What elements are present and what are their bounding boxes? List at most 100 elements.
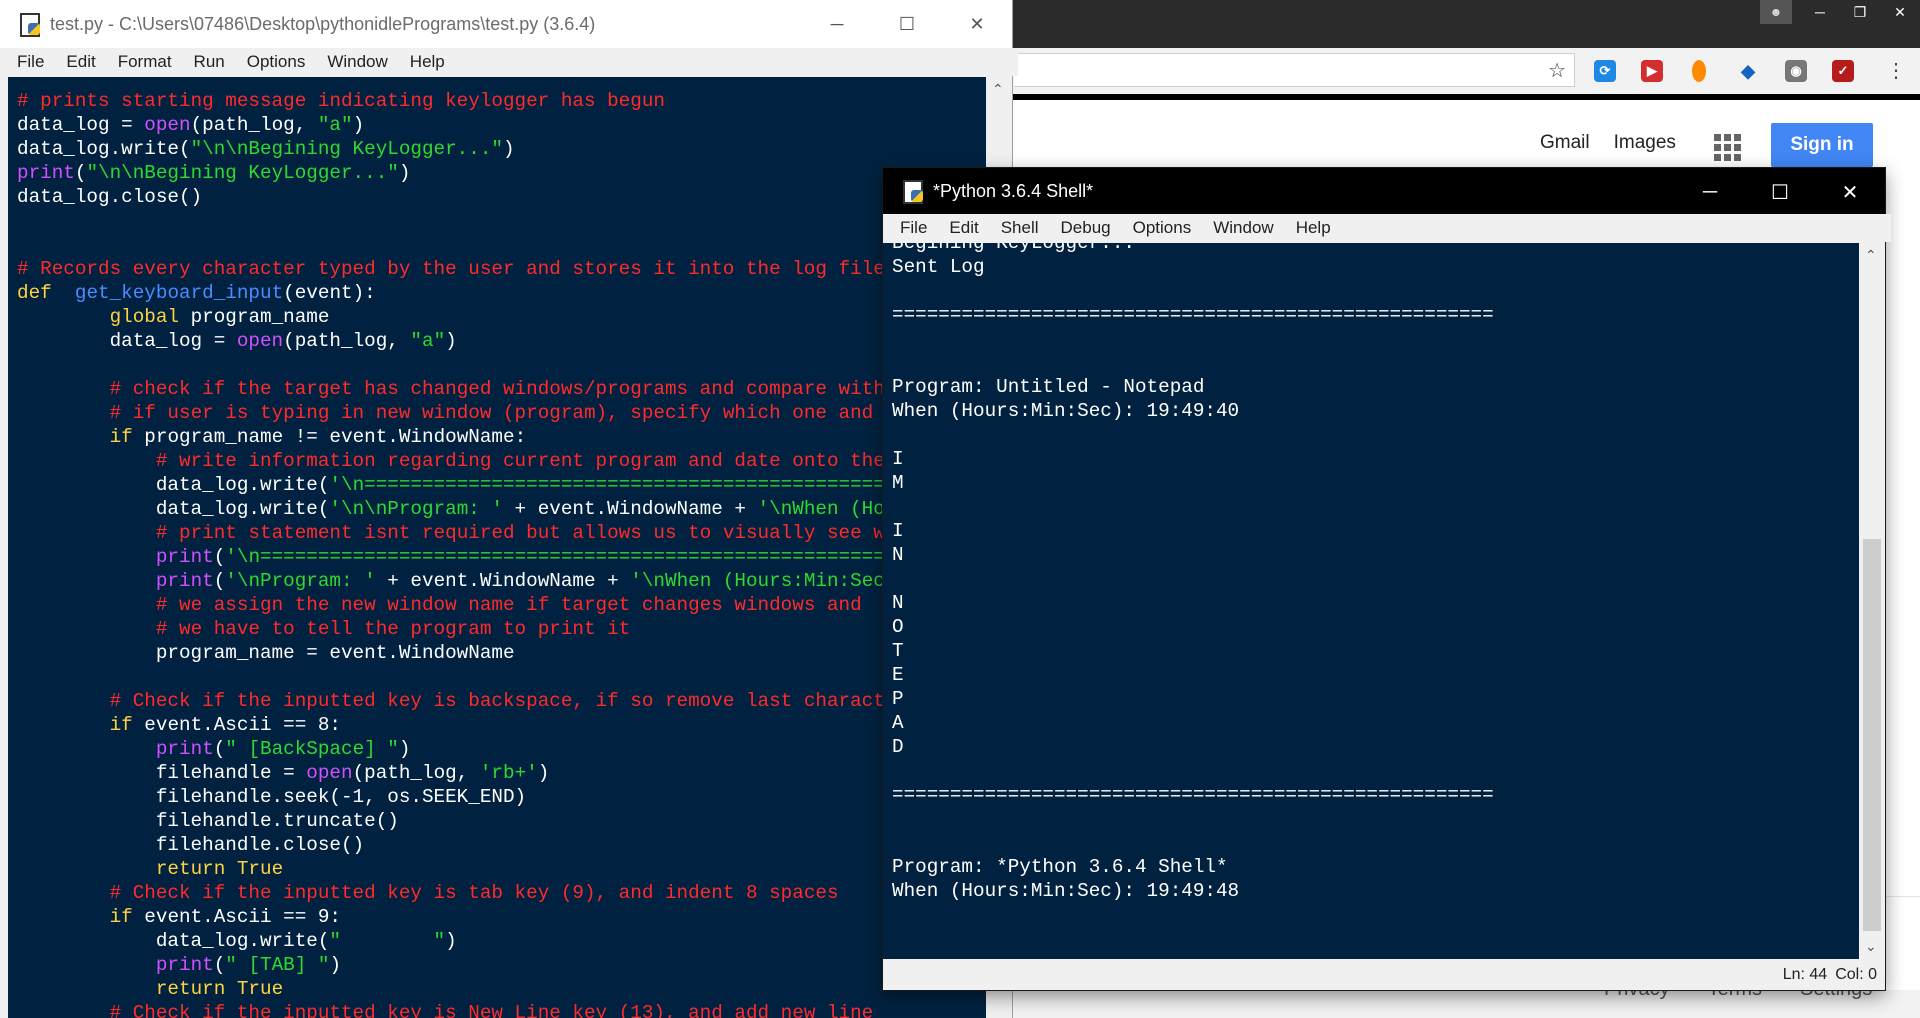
shell-maximize-button[interactable]: ☐	[1745, 168, 1815, 216]
code-line: return True	[155, 978, 284, 1000]
shell-output-area[interactable]: Begining KeyLogger... Sent Log ==========…	[883, 243, 1859, 959]
shell-output-line: Begining KeyLogger...	[892, 243, 1135, 254]
shell-scrollbar[interactable]: ⌃ ⌄	[1859, 243, 1885, 959]
editor-menu-run[interactable]: Run	[183, 52, 236, 72]
code-line: # we have to tell the program to print i…	[155, 618, 631, 640]
shell-output-line: N	[892, 544, 904, 566]
shell-menu-help[interactable]: Help	[1285, 218, 1342, 238]
extension-icon-4[interactable]: ◆	[1737, 60, 1759, 82]
scroll-up-icon[interactable]: ⌃	[1865, 247, 1877, 264]
column-number: Col: 0	[1835, 965, 1877, 983]
code-line: data_log.write("\n\nBegining KeyLogger..…	[17, 138, 515, 160]
code-line: if program_name != event.WindowName:	[109, 426, 527, 448]
code-line: data_log = open(path_log, "a")	[17, 330, 457, 352]
editor-menu-options[interactable]: Options	[236, 52, 317, 72]
code-line: def get_keyboard_input(event):	[17, 282, 376, 304]
address-bar[interactable]: ☆	[1014, 53, 1575, 87]
code-line: filehandle = open(path_log, 'rb+')	[17, 762, 550, 784]
shell-output-line: A	[892, 712, 904, 734]
apps-grid-icon[interactable]	[1714, 134, 1741, 161]
extension-icon-6[interactable]: ✓	[1832, 60, 1854, 82]
code-line: return True	[155, 858, 284, 880]
browser-minimize-button[interactable]: ─	[1800, 0, 1840, 24]
shell-close-button[interactable]: ✕	[1815, 168, 1885, 216]
code-line: # if user is typing in new window (progr…	[109, 402, 932, 424]
shell-output-line: E	[892, 664, 904, 686]
shell-title: *Python 3.6.4 Shell*	[933, 180, 1094, 201]
code-line: data_log.close()	[17, 186, 203, 208]
code-line: filehandle.truncate()	[17, 810, 399, 832]
bookmark-star-icon[interactable]: ☆	[1548, 58, 1566, 83]
shell-status-bar: Ln: 44 Col: 0	[883, 959, 1885, 990]
sign-in-button[interactable]: Sign in	[1771, 123, 1873, 167]
shell-menu-file[interactable]: File	[889, 218, 938, 238]
code-line: global program_name	[109, 306, 330, 328]
shell-output-line: I	[892, 448, 904, 470]
code-line: # Check if the inputted key is tab key (…	[109, 882, 839, 904]
editor-maximize-button[interactable]: ☐	[872, 0, 942, 48]
shell-menu-edit[interactable]: Edit	[938, 218, 989, 238]
scroll-down-icon[interactable]: ⌄	[1865, 938, 1877, 955]
extension-icon-2[interactable]: ▶	[1641, 60, 1663, 82]
chrome-menu-icon[interactable]: ⋮	[1886, 58, 1906, 83]
shell-output-line: When (Hours:Min:Sec): 19:49:40	[892, 400, 1240, 422]
editor-menu-window[interactable]: Window	[316, 52, 398, 72]
shell-output-line: M	[892, 472, 904, 494]
extension-icon-3[interactable]	[1692, 60, 1706, 82]
shell-output-line: D	[892, 736, 904, 758]
shell-menu-shell[interactable]: Shell	[990, 218, 1050, 238]
code-line: if event.Ascii == 9:	[109, 906, 342, 928]
code-line: data_log = open(path_log, "a")	[17, 114, 365, 136]
line-number: Ln: 44	[1782, 965, 1828, 983]
shell-output-line	[892, 279, 1494, 303]
browser-restore-button[interactable]: ❐	[1840, 0, 1880, 24]
shell-minimize-button[interactable]: ─	[1675, 168, 1745, 216]
shell-menu-options[interactable]: Options	[1122, 218, 1203, 238]
shell-output-line: I	[892, 520, 904, 542]
editor-minimize-button[interactable]: ─	[802, 0, 872, 48]
shell-output-line	[892, 567, 1494, 591]
idle-shell-icon	[901, 179, 925, 204]
shell-output-line: Program: *Python 3.6.4 Shell*	[892, 856, 1228, 878]
code-line: # Check if the inputted key is backspace…	[109, 690, 908, 712]
code-line: data_log.write('\n======================…	[17, 474, 986, 496]
extension-icon-1[interactable]: ⟳	[1594, 60, 1616, 82]
editor-close-button[interactable]: ✕	[942, 0, 1012, 48]
editor-menu-format[interactable]: Format	[107, 52, 183, 72]
editor-menu-edit[interactable]: Edit	[55, 52, 106, 72]
editor-menu-help[interactable]: Help	[399, 52, 456, 72]
code-line: print(" [TAB] ")	[155, 954, 342, 976]
code-line: # check if the target has changed window…	[109, 378, 986, 400]
shell-output-line	[892, 807, 1494, 831]
shell-output-line: T	[892, 640, 904, 662]
profile-icon[interactable]: ☻	[1760, 0, 1792, 24]
scroll-up-icon[interactable]: ⌃	[992, 81, 1004, 98]
editor-title: test.py - C:\Users\07486\Desktop\pythoni…	[50, 13, 596, 34]
browser-close-button[interactable]: ✕	[1880, 0, 1920, 24]
shell-menu-window[interactable]: Window	[1202, 218, 1284, 238]
browser-window-controls: ☻ ─ ❐ ✕	[1760, 0, 1920, 26]
scrollbar-thumb[interactable]	[1863, 539, 1881, 931]
shell-output-line: When (Hours:Min:Sec): 19:49:48	[892, 880, 1240, 902]
shell-menu-debug[interactable]: Debug	[1050, 218, 1122, 238]
idle-file-icon	[18, 12, 42, 37]
editor-title-bar[interactable]: test.py - C:\Users\07486\Desktop\pythoni…	[0, 0, 1012, 48]
code-editor-area[interactable]: # prints starting message indicating key…	[8, 77, 986, 1018]
images-link[interactable]: Images	[1614, 132, 1676, 154]
shell-output-line: Sent Log	[892, 256, 985, 278]
editor-menu-file[interactable]: File	[6, 52, 55, 72]
camera-icon[interactable]: ◉	[1785, 60, 1807, 82]
shell-menu-bar: File Edit Shell Debug Options Window Hel…	[883, 214, 1891, 242]
shell-output[interactable]: Begining KeyLogger... Sent Log ==========…	[892, 243, 1494, 903]
shell-output-line: ========================================…	[892, 304, 1494, 326]
code-line: print('\n===============================…	[155, 546, 954, 568]
code-line: # print statement isnt required but allo…	[155, 522, 986, 544]
source-code[interactable]: # prints starting message indicating key…	[8, 77, 986, 1018]
shell-title-bar[interactable]: *Python 3.6.4 Shell* ─ ☐ ✕	[883, 168, 1885, 214]
shell-output-line: O	[892, 616, 904, 638]
google-header-links: Gmail Images	[1540, 132, 1676, 154]
gmail-link[interactable]: Gmail	[1540, 132, 1590, 154]
